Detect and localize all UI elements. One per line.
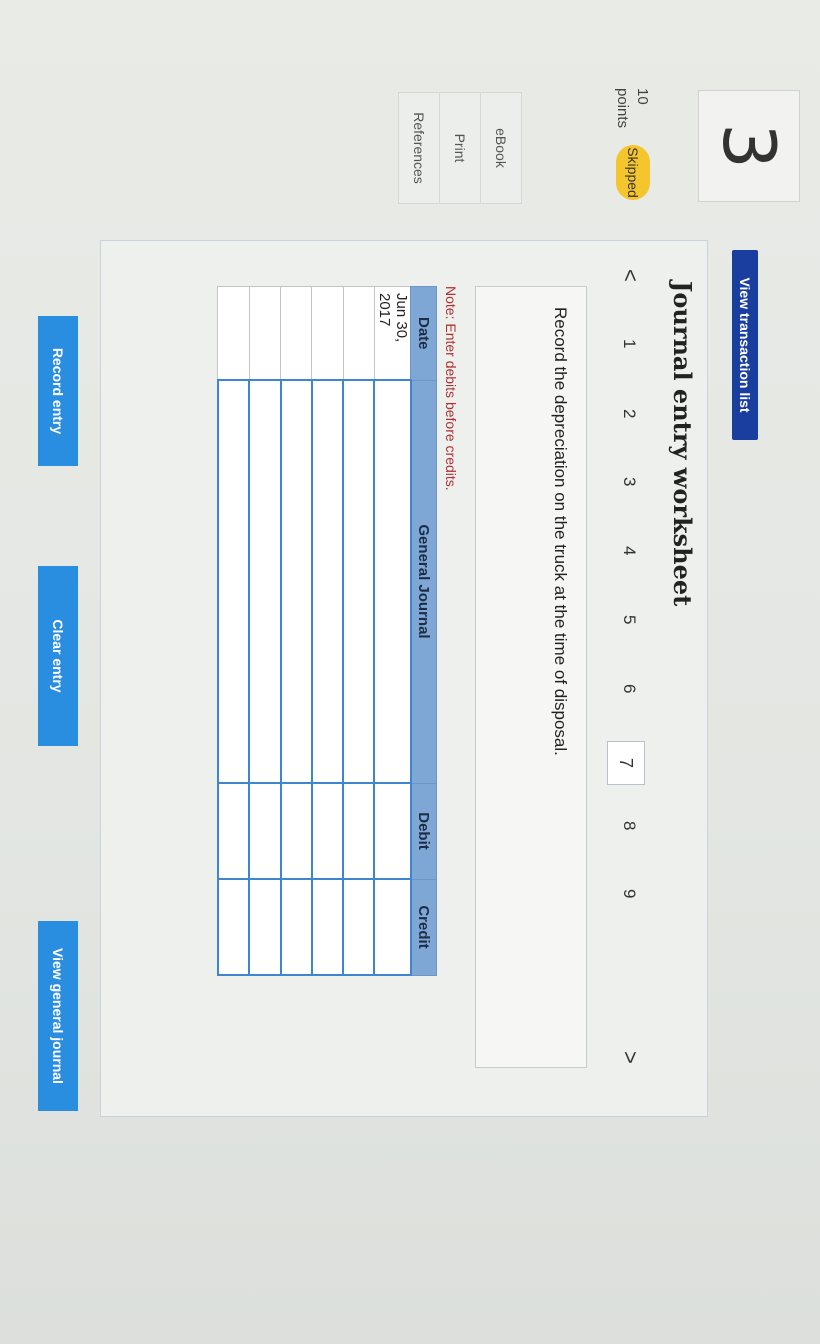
table-row bbox=[311, 286, 344, 975]
points-value: 10 bbox=[634, 88, 651, 105]
credit-input[interactable] bbox=[218, 879, 250, 975]
pager-page-2[interactable]: 2 bbox=[619, 409, 639, 418]
question-number: 3 bbox=[698, 90, 800, 202]
worksheet-panel: Journal entry worksheet < 1 2 3 4 5 6 7 … bbox=[100, 240, 708, 1117]
record-entry-button[interactable]: Record entry bbox=[38, 316, 78, 466]
header-credit: Credit bbox=[411, 879, 437, 975]
table-row bbox=[280, 286, 312, 975]
debit-input[interactable] bbox=[374, 783, 411, 879]
note-text: Note: Enter debits before credits. bbox=[443, 286, 459, 491]
debit-input[interactable] bbox=[218, 783, 250, 879]
pager-next-button[interactable]: > bbox=[617, 1051, 643, 1064]
pager-page-5[interactable]: 5 bbox=[619, 615, 639, 624]
header-debit: Debit bbox=[411, 783, 437, 879]
account-select[interactable] bbox=[249, 380, 281, 783]
header-date: Date bbox=[411, 286, 437, 380]
journal-header-row: Date General Journal Debit Credit bbox=[411, 286, 437, 975]
worksheet-title: Journal entry worksheet bbox=[668, 281, 697, 607]
date-cell bbox=[218, 286, 250, 380]
table-row bbox=[249, 286, 281, 975]
instruction-text: Record the depreciation on the truck at … bbox=[551, 307, 570, 756]
credit-input[interactable] bbox=[343, 879, 375, 975]
pager-page-1[interactable]: 1 bbox=[619, 339, 639, 348]
references-link[interactable]: References bbox=[399, 93, 439, 203]
pager-page-6[interactable]: 6 bbox=[619, 684, 639, 693]
side-links: eBook Print References bbox=[398, 92, 522, 204]
debit-input[interactable] bbox=[311, 783, 344, 879]
pager-page-8[interactable]: 8 bbox=[619, 821, 639, 830]
date-cell bbox=[280, 286, 312, 380]
table-row: Jun 30, 2017 bbox=[374, 286, 411, 975]
pager-page-9[interactable]: 9 bbox=[619, 889, 639, 898]
date-cell: Jun 30, 2017 bbox=[374, 286, 411, 380]
date-cell bbox=[311, 286, 344, 380]
header-general-journal: General Journal bbox=[411, 380, 437, 783]
account-select[interactable] bbox=[311, 380, 344, 783]
pager-page-4[interactable]: 4 bbox=[619, 546, 639, 555]
debit-input[interactable] bbox=[249, 783, 281, 879]
action-buttons: Record entry Clear entry View general jo… bbox=[38, 46, 78, 1111]
debit-input[interactable] bbox=[343, 783, 375, 879]
credit-input[interactable] bbox=[374, 879, 411, 975]
points-label: points bbox=[614, 88, 631, 129]
ebook-link[interactable]: eBook bbox=[480, 93, 521, 203]
credit-input[interactable] bbox=[311, 879, 344, 975]
clear-entry-button[interactable]: Clear entry bbox=[38, 566, 78, 746]
date-cell bbox=[343, 286, 375, 380]
credit-input[interactable] bbox=[280, 879, 312, 975]
pager-page-7-current[interactable]: 7 bbox=[607, 741, 645, 785]
debit-input[interactable] bbox=[280, 783, 312, 879]
date-cell bbox=[249, 286, 281, 380]
instruction-box: Record the depreciation on the truck at … bbox=[475, 286, 587, 1068]
pager-page-3[interactable]: 3 bbox=[619, 477, 639, 486]
view-general-journal-button[interactable]: View general journal bbox=[38, 921, 78, 1111]
status-badge: Skipped bbox=[616, 145, 650, 200]
pager-prev-button[interactable]: < bbox=[617, 269, 643, 282]
table-row bbox=[218, 286, 250, 975]
credit-input[interactable] bbox=[249, 879, 281, 975]
view-transaction-list-button[interactable]: View transaction list bbox=[732, 250, 758, 440]
account-select[interactable] bbox=[343, 380, 375, 783]
account-select[interactable] bbox=[218, 380, 250, 783]
account-select[interactable] bbox=[374, 380, 411, 783]
worksheet-pager: < 1 2 3 4 5 6 7 8 9 > bbox=[605, 261, 645, 1081]
table-row bbox=[343, 286, 375, 975]
print-link[interactable]: Print bbox=[439, 93, 480, 203]
account-select[interactable] bbox=[280, 380, 312, 783]
journal-table: Date General Journal Debit Credit Jun 30… bbox=[217, 286, 437, 976]
points-info: 10 points bbox=[612, 88, 652, 128]
page: 3 10 points Skipped eBook Print Referenc… bbox=[0, 0, 820, 1344]
